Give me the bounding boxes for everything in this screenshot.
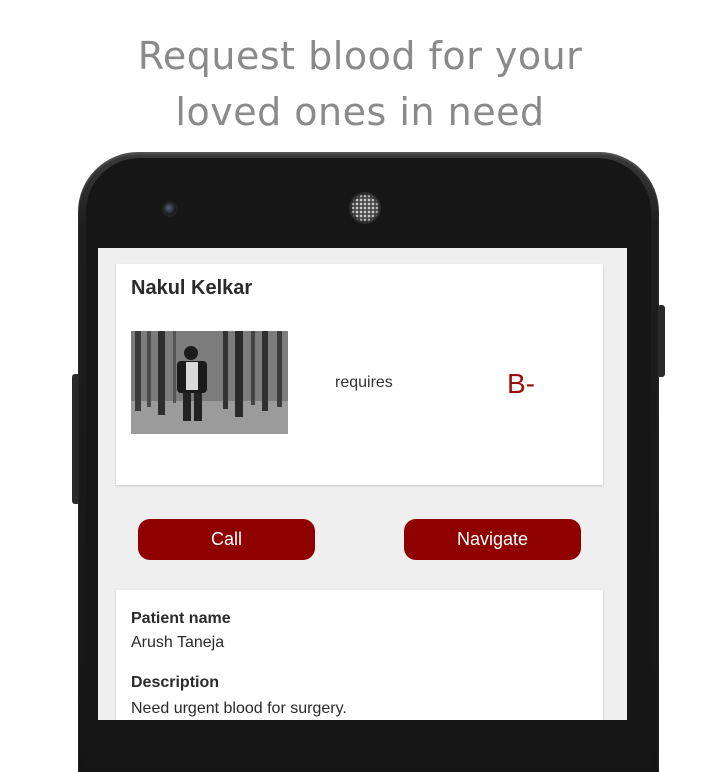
- promo-headline-line-2: loved ones in need: [175, 90, 545, 134]
- front-camera-icon: [164, 203, 176, 215]
- navigate-button[interactable]: Navigate: [404, 519, 581, 560]
- requires-label: requires: [335, 374, 393, 391]
- patient-name-value: Arush Taneja: [131, 634, 225, 651]
- patient-details-card: Patient name Arush Taneja Description Ne…: [116, 590, 603, 720]
- forest-photo-illustration: [131, 331, 288, 434]
- call-button[interactable]: Call: [138, 519, 315, 560]
- requester-photo: [131, 331, 288, 434]
- promo-headline: Request blood for your loved ones in nee…: [0, 28, 720, 140]
- requester-name: Nakul Kelkar: [131, 277, 253, 299]
- request-card: Nakul Kelkar requires B-: [116, 264, 603, 485]
- description-value: Need urgent blood for surgery.: [131, 700, 347, 717]
- patient-name-label: Patient name: [131, 610, 231, 627]
- promo-headline-line-1: Request blood for your: [137, 34, 583, 78]
- app-screen: Nakul Kelkar requires B- Call Navigate P…: [98, 248, 627, 720]
- speaker-grille-icon: [351, 194, 379, 222]
- blood-group-value: B-: [507, 368, 535, 399]
- description-label: Description: [131, 674, 220, 691]
